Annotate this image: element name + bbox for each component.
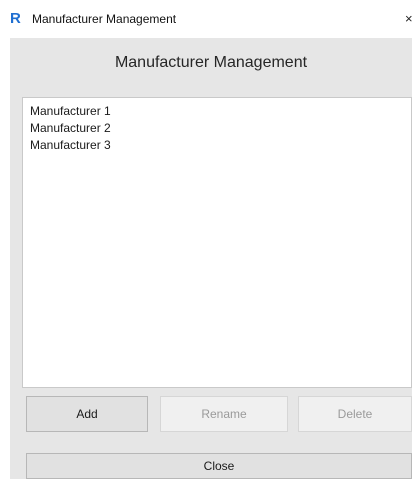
delete-button[interactable]: Delete (298, 396, 412, 432)
manufacturer-list[interactable]: Manufacturer 1 Manufacturer 2 Manufactur… (22, 97, 412, 388)
list-item[interactable]: Manufacturer 2 (23, 120, 411, 137)
list-item[interactable]: Manufacturer 1 (23, 103, 411, 120)
dialog-body: Manufacturer Management Manufacturer 1 M… (10, 38, 412, 479)
manufacturer-management-window: R Manufacturer Management × Manufacturer… (0, 0, 412, 479)
revit-app-icon: R (10, 10, 21, 27)
close-button[interactable]: Close (26, 453, 412, 479)
dialog-heading: Manufacturer Management (114, 54, 308, 71)
list-item[interactable]: Manufacturer 3 (23, 137, 411, 154)
title-bar: R Manufacturer Management × (0, 0, 412, 38)
rename-button[interactable]: Rename (160, 396, 288, 432)
window-title: Manufacturer Management (32, 12, 177, 26)
add-button[interactable]: Add (26, 396, 148, 432)
close-window-icon[interactable]: × (405, 11, 412, 27)
